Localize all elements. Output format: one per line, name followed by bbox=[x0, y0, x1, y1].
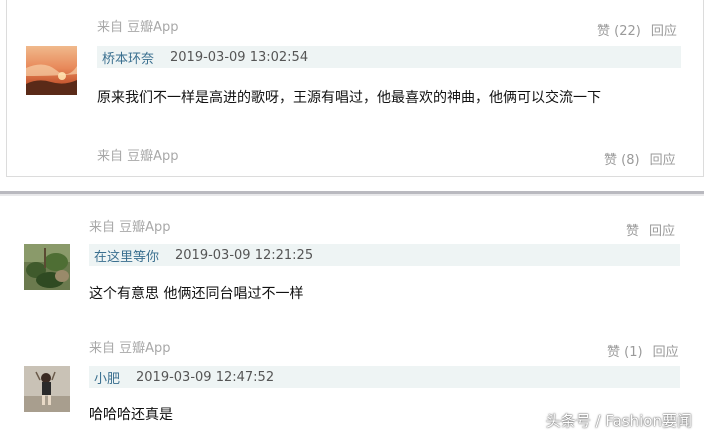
like-button[interactable]: 赞 bbox=[626, 220, 639, 239]
reply-button[interactable]: 回应 bbox=[653, 341, 679, 360]
comment-source: 来自 豆瓣App bbox=[89, 220, 171, 235]
comment-source: 来自 豆瓣App bbox=[97, 149, 179, 164]
author-link[interactable]: 小肥 bbox=[94, 368, 120, 387]
comment-actions: 赞 (8) 回应 bbox=[604, 149, 676, 168]
comment-meta: 桥本环奈 2019-03-09 13:02:54 bbox=[97, 46, 681, 68]
like-button[interactable]: 赞 (8) bbox=[604, 149, 640, 168]
avatar-child-image bbox=[24, 366, 70, 412]
watermark: 头条号 / Fashion要闻 bbox=[545, 412, 692, 430]
comment-text: 原来我们不一样是高进的歌呀，王源有唱过，他最喜欢的神曲，他俩可以交流一下 bbox=[97, 90, 601, 106]
comment-time: 2019-03-09 12:21:25 bbox=[175, 247, 314, 263]
comment-time: 2019-03-09 13:02:54 bbox=[170, 49, 309, 65]
comment-time: 2019-03-09 12:47:52 bbox=[136, 369, 275, 385]
comment-source: 来自 豆瓣App bbox=[89, 341, 171, 356]
section-divider-shadow bbox=[0, 194, 704, 196]
avatar[interactable] bbox=[26, 46, 77, 95]
reply-button[interactable]: 回应 bbox=[651, 20, 677, 39]
avatar-sunset-image bbox=[26, 46, 77, 95]
comment-meta: 小肥 2019-03-09 12:47:52 bbox=[89, 366, 680, 388]
comment-source: 来自 豆瓣App bbox=[97, 20, 179, 35]
like-button[interactable]: 赞 (22) bbox=[597, 20, 641, 39]
comment-actions: 赞 (1) 回应 bbox=[607, 341, 679, 360]
comment-text: 哈哈哈还真是 bbox=[89, 407, 173, 423]
comment-text: 这个有意思 他俩还同台唱过不一样 bbox=[89, 286, 304, 302]
avatar[interactable] bbox=[24, 244, 70, 290]
avatar-plant-image bbox=[24, 244, 70, 290]
avatar[interactable] bbox=[24, 366, 70, 412]
author-link[interactable]: 桥本环奈 bbox=[102, 48, 154, 67]
reply-button[interactable]: 回应 bbox=[649, 220, 675, 239]
comment-actions: 赞回应 bbox=[626, 220, 675, 239]
like-button[interactable]: 赞 (1) bbox=[607, 341, 643, 360]
reply-button[interactable]: 回应 bbox=[650, 149, 676, 168]
comment-actions: 赞 (22) 回应 bbox=[597, 20, 677, 39]
author-link[interactable]: 在这里等你 bbox=[94, 246, 159, 265]
comment-meta: 在这里等你 2019-03-09 12:21:25 bbox=[89, 244, 680, 266]
